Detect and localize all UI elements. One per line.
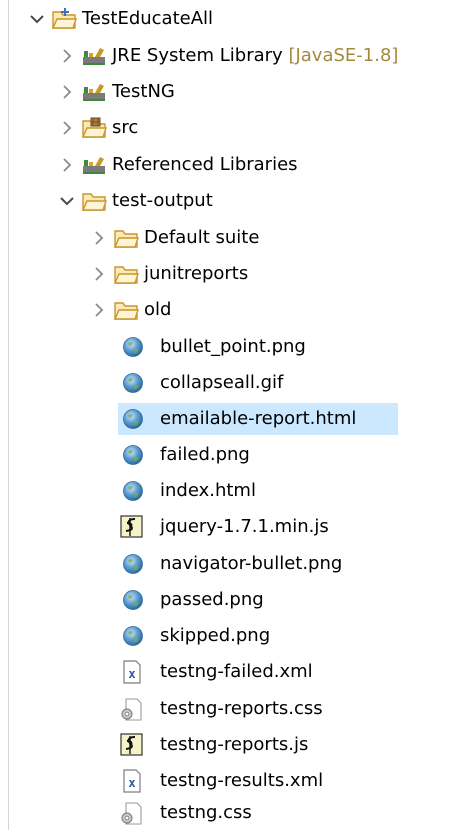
chevron-right-icon[interactable] — [58, 119, 76, 137]
open-folder-icon — [81, 189, 107, 213]
tree-item-label: skipped.png — [160, 625, 271, 646]
project-folder-icon — [51, 7, 77, 31]
tree-item-label: testng-reports.js — [160, 734, 309, 755]
xml-file-icon — [119, 769, 145, 793]
globe-icon — [121, 443, 147, 467]
tree-row-old[interactable]: old — [0, 293, 457, 327]
js-file-icon — [119, 515, 145, 539]
tree-row-referenced-libraries[interactable]: Referenced Libraries — [0, 148, 457, 182]
tree-item-label: old — [144, 299, 172, 320]
tree-row-file[interactable]: skipped.png — [0, 619, 457, 653]
tree-row-file[interactable]: testng-reports.css — [0, 692, 457, 726]
tree-row-file[interactable]: index.html — [0, 474, 457, 508]
tree-item-label: testng.css — [160, 802, 252, 823]
library-icon — [81, 80, 107, 104]
chevron-right-icon[interactable] — [90, 265, 108, 283]
tree-item-label: emailable-report.html — [160, 408, 357, 429]
chevron-down-icon[interactable] — [28, 10, 46, 28]
tree-row-src[interactable]: src — [0, 111, 457, 145]
tree-item-label: Default suite — [144, 227, 260, 248]
tree-item-label: testng-failed.xml — [160, 661, 313, 682]
tree-row-file[interactable]: testng-reports.js — [0, 728, 457, 762]
tree-row-file[interactable]: passed.png — [0, 583, 457, 617]
chevron-down-icon[interactable] — [58, 192, 76, 210]
tree-row-file[interactable]: navigator-bullet.png — [0, 547, 457, 581]
tree-row-file[interactable]: testng-results.xml — [0, 764, 457, 798]
chevron-right-icon[interactable] — [90, 301, 108, 319]
js-file-icon — [119, 733, 145, 757]
package-folder-icon — [81, 116, 107, 140]
tree-item-label: passed.png — [160, 589, 264, 610]
chevron-right-icon[interactable] — [90, 229, 108, 247]
tree-item-label: navigator-bullet.png — [160, 553, 343, 574]
tree-item-label: testng-results.xml — [160, 770, 324, 791]
tree-item-label: index.html — [160, 480, 256, 501]
chevron-right-icon[interactable] — [58, 83, 76, 101]
css-file-icon — [119, 801, 145, 825]
tree-item-label: TestNG — [112, 81, 175, 102]
tree-item-label: bullet_point.png — [160, 336, 306, 357]
tree-item-label: collapseall.gif — [160, 372, 284, 393]
tree-row-file[interactable]: failed.png — [0, 438, 457, 472]
tree-item-label: JRE System Library — [112, 45, 283, 66]
jre-version-decoration: [JavaSE-1.8] — [288, 45, 399, 66]
tree-item-label: failed.png — [160, 444, 250, 465]
globe-icon — [121, 552, 147, 576]
globe-icon — [121, 335, 147, 359]
tree-row-file[interactable]: testng.css — [0, 796, 457, 830]
tree-row-jre-system-library[interactable]: JRE System Library [JavaSE-1.8] — [0, 39, 457, 73]
tree-row-test-output[interactable]: test-output — [0, 184, 457, 218]
library-icon — [81, 44, 107, 68]
library-icon — [81, 153, 107, 177]
tree-row-file-selected[interactable]: emailable-report.html — [0, 402, 457, 436]
tree-row-default-suite[interactable]: Default suite — [0, 221, 457, 255]
globe-icon — [121, 407, 147, 431]
chevron-right-icon[interactable] — [58, 156, 76, 174]
tree-row-file[interactable]: testng-failed.xml — [0, 655, 457, 689]
tree-item-label: junitreports — [144, 263, 249, 284]
tree-row-project[interactable]: TestEducateAll — [0, 2, 457, 36]
css-file-icon — [119, 697, 145, 721]
tree-row-file[interactable]: bullet_point.png — [0, 330, 457, 364]
tree-item-label: src — [112, 117, 139, 138]
folder-icon — [113, 262, 139, 286]
tree-item-label: testng-reports.css — [160, 698, 323, 719]
tree-item-label: Referenced Libraries — [112, 154, 298, 175]
project-explorer-tree: TestEducateAll JRE System Library [JavaS… — [0, 0, 457, 830]
globe-icon — [121, 588, 147, 612]
folder-icon — [113, 226, 139, 250]
xml-file-icon — [119, 660, 145, 684]
tree-row-junitreports[interactable]: junitreports — [0, 257, 457, 291]
folder-icon — [113, 298, 139, 322]
globe-icon — [121, 371, 147, 395]
tree-row-testng[interactable]: TestNG — [0, 75, 457, 109]
globe-icon — [121, 479, 147, 503]
tree-item-label: jquery-1.7.1.min.js — [160, 516, 329, 537]
globe-icon — [121, 624, 147, 648]
tree-item-label: test-output — [112, 190, 213, 211]
tree-row-file[interactable]: collapseall.gif — [0, 366, 457, 400]
tree-row-file[interactable]: jquery-1.7.1.min.js — [0, 510, 457, 544]
chevron-right-icon[interactable] — [58, 47, 76, 65]
tree-item-label: TestEducateAll — [82, 8, 214, 29]
